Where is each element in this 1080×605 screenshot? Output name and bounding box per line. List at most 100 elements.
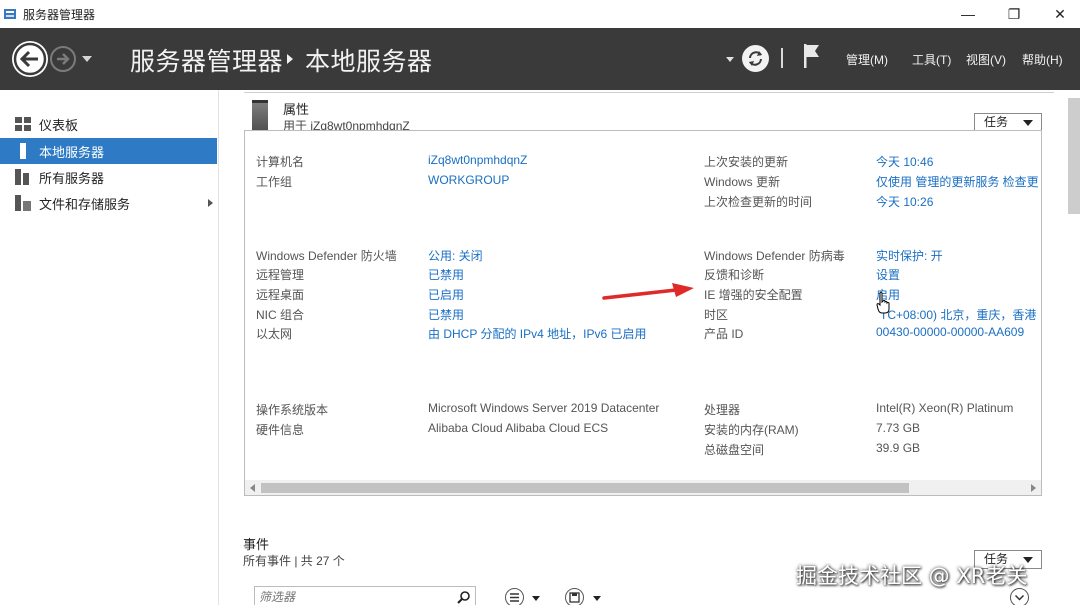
breadcrumb-separator-icon: [287, 54, 293, 64]
list-options-button[interactable]: [505, 588, 524, 605]
horizontal-scrollbar[interactable]: [245, 480, 1041, 495]
watermark: 掘金技术社区 @ XR老关: [796, 564, 1028, 588]
prop-label: 操作系统版本: [256, 403, 329, 417]
file-storage-icon: [15, 195, 33, 211]
remote-desktop-link[interactable]: 已启用: [428, 286, 464, 303]
timezone-link[interactable]: TC+08:00) 北京，重庆，香港: [880, 306, 1036, 323]
remote-management-link[interactable]: 已禁用: [428, 266, 464, 283]
section-divider: [244, 92, 1054, 93]
prop-label: IE 增强的安全配置: [704, 288, 803, 302]
sidebar-item-dashboard[interactable]: 仪表板: [0, 111, 217, 137]
prop-label: 工作组: [256, 175, 293, 189]
save-query-dropdown-icon[interactable]: [593, 596, 601, 601]
expand-arrow-icon[interactable]: [208, 199, 213, 207]
close-button[interactable]: ✕: [1037, 0, 1080, 28]
menu-tools[interactable]: 工具(T): [912, 51, 951, 68]
prop-label: 产品 ID: [704, 327, 744, 341]
expand-events-button[interactable]: [1010, 588, 1029, 605]
sidebar-item-label: 文件和存储服务: [39, 196, 131, 212]
last-update-link[interactable]: 今天 10:46: [876, 153, 933, 170]
prop-label: 总磁盘空间: [704, 443, 765, 457]
list-icon: [510, 593, 519, 602]
menu-manage[interactable]: 管理(M): [846, 51, 888, 68]
prop-label: Windows Defender 防病毒: [704, 249, 845, 263]
list-options-dropdown-icon[interactable]: [532, 596, 540, 601]
chevron-down-icon: [1014, 594, 1025, 601]
firewall-link[interactable]: 公用: 关闭: [428, 247, 483, 264]
scroll-left-icon[interactable]: [250, 484, 255, 492]
defender-antivirus-link[interactable]: 实时保护: 开: [876, 247, 943, 264]
prop-label: 远程桌面: [256, 288, 305, 302]
events-subtitle: 所有事件 | 共 27 个: [243, 554, 345, 568]
prop-label: NIC 组合: [256, 308, 305, 322]
scrollbar-thumb[interactable]: [261, 483, 909, 493]
breadcrumb-root[interactable]: 服务器管理器: [130, 42, 283, 78]
filter-field[interactable]: [254, 586, 476, 605]
nic-teaming-link[interactable]: 已禁用: [428, 306, 464, 323]
save-query-button[interactable]: [565, 588, 584, 605]
sidebar-item-all-servers[interactable]: 所有服务器: [0, 164, 217, 190]
disk-space-value: 39.9 GB: [876, 441, 921, 455]
sidebar-item-label: 所有服务器: [39, 170, 105, 186]
prop-label: Windows Defender 防火墙: [256, 249, 397, 263]
back-arrow-icon: [13, 42, 47, 76]
main-content: 属性 用于 iZq8wt0npmhdqnZ 任务 计算机名 iZq8wt0npm…: [220, 90, 1080, 605]
minimize-button[interactable]: —: [945, 0, 991, 28]
sidebar-item-label: 本地服务器: [39, 144, 105, 160]
events-title: 事件: [243, 537, 270, 552]
ethernet-link[interactable]: 由 DHCP 分配的 IPv4 地址，IPv6 已启用: [428, 325, 646, 342]
sidebar-item-local-server[interactable]: 本地服务器: [0, 138, 217, 164]
prop-label: 硬件信息: [256, 423, 305, 437]
menu-help[interactable]: 帮助(H): [1022, 51, 1063, 68]
sidebar-item-file-storage[interactable]: 文件和存储服务: [0, 190, 217, 216]
annotation-arrow-icon: [602, 283, 694, 300]
last-check-link[interactable]: 今天 10:26: [876, 193, 933, 210]
server-properties-icon: [252, 100, 268, 132]
history-dropdown-icon[interactable]: [82, 56, 92, 62]
refresh-icon: [749, 51, 762, 66]
computer-name-link[interactable]: iZq8wt0npmhdqnZ: [428, 153, 527, 167]
workgroup-link[interactable]: WORKGROUP: [428, 173, 509, 187]
sidebar: 仪表板 本地服务器 所有服务器 文件和存储服务: [0, 90, 219, 605]
windows-update-link[interactable]: 仅使用 管理的更新服务 检查更: [876, 173, 1039, 190]
sidebar-item-label: 仪表板: [39, 117, 79, 133]
prop-label: 反馈和诊断: [704, 268, 765, 282]
prop-label: 远程管理: [256, 268, 305, 282]
menu-view[interactable]: 视图(V): [966, 51, 1006, 68]
hand-cursor-icon: [876, 291, 890, 314]
prop-label: 上次安装的更新: [704, 155, 789, 169]
save-icon: [569, 592, 580, 603]
header-bar: 服务器管理器 本地服务器 管理(M) 工具(T) 视图(V) 帮助(H): [0, 28, 1080, 90]
search-icon[interactable]: [457, 590, 471, 604]
os-version-value: Microsoft Windows Server 2019 Datacenter: [428, 401, 660, 415]
properties-title: 属性: [283, 102, 310, 117]
scroll-right-icon[interactable]: [1031, 484, 1036, 492]
prop-label: 计算机名: [256, 155, 305, 169]
properties-panel: 计算机名 iZq8wt0npmhdqnZ 工作组 WORKGROUP Windo…: [244, 130, 1042, 496]
title-bar: 服务器管理器 — ❐ ✕: [0, 0, 1080, 28]
prop-label: 安装的内存(RAM): [704, 423, 799, 437]
header-dropdown-icon[interactable]: [726, 57, 734, 62]
vertical-scrollbar-thumb[interactable]: [1068, 98, 1080, 214]
prop-label: 上次检查更新的时间: [704, 195, 813, 209]
ram-value: 7.73 GB: [876, 421, 921, 435]
forward-button[interactable]: [50, 46, 76, 72]
prop-label: 处理器: [704, 403, 741, 417]
refresh-button[interactable]: [742, 45, 769, 72]
feedback-link[interactable]: 设置: [876, 266, 900, 283]
server-manager-app-icon: [4, 7, 18, 21]
prop-label: 时区: [704, 308, 729, 322]
local-server-icon: [15, 143, 33, 159]
all-servers-icon: [15, 169, 33, 185]
product-id-link[interactable]: 00430-00000-00000-AA609: [876, 325, 1024, 339]
back-button[interactable]: [12, 41, 48, 77]
forward-arrow-icon: [57, 53, 70, 65]
prop-label: 以太网: [256, 327, 293, 341]
header-divider: [781, 48, 783, 68]
filter-input[interactable]: [259, 588, 449, 605]
processor-value: Intel(R) Xeon(R) Platinum: [876, 401, 1014, 415]
hardware-info-value: Alibaba Cloud Alibaba Cloud ECS: [428, 421, 609, 435]
notifications-flag-icon[interactable]: [803, 43, 821, 72]
restore-button[interactable]: ❐: [991, 0, 1037, 28]
window-title: 服务器管理器: [23, 7, 96, 22]
